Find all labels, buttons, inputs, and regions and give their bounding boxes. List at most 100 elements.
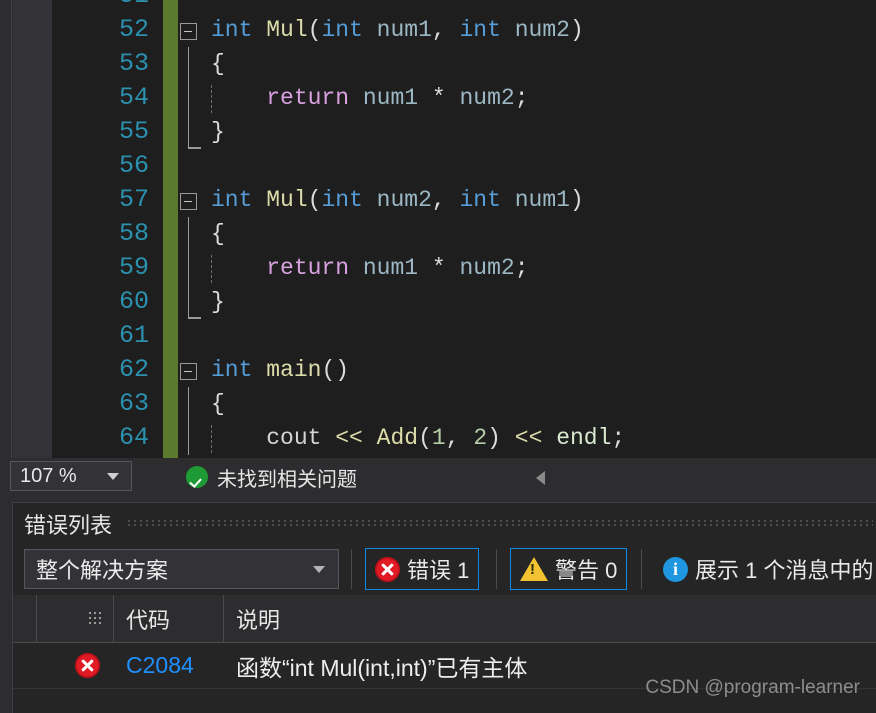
code-content[interactable]: int Mul(int num1, int num2){ return num1… [178,0,876,455]
row-severity-cell [13,653,114,678]
editor-breakpoint-margin[interactable] [13,0,52,458]
fold-guide-line [187,421,190,455]
code-line[interactable]: { [178,387,876,421]
line-number-text: 55 [118,117,149,146]
error-list-panel: 错误列表 整个解决方案 错误 1 警告 0 [0,496,876,713]
status-message-text: 未找到相关问题 [217,468,357,491]
header-dotted-rule [128,520,873,528]
scope-dropdown-value: 整个解决方案 [36,558,169,583]
filter-warnings-button[interactable]: 警告 0 [510,548,628,590]
chevron-down-icon[interactable] [107,472,119,480]
code-line-text: int Mul(int num1, int num2) [211,13,584,47]
code-line[interactable] [178,319,876,353]
vs-window: 5152535455565758596061626364 int Mul(int… [0,0,876,713]
line-number-text: 61 [118,321,149,350]
code-line[interactable]: } [178,285,876,319]
fold-guide-line [187,217,190,251]
fold-guide-line [187,285,198,319]
column-header-icon[interactable] [37,595,114,643]
code-token: ; [514,255,529,281]
code-line[interactable]: cout << Add(1, 2) << endl; [178,421,876,455]
line-number-text: 62 [118,355,149,384]
line-number: 63 [52,387,163,421]
code-line-text: { [211,387,225,421]
code-line[interactable]: int Mul(int num2, int num1) [178,183,876,217]
code-line[interactable] [178,149,876,183]
code-line-text: } [211,285,225,319]
code-token: ; [514,85,529,111]
code-token: int [211,17,267,43]
code-token: num2 [514,17,570,43]
fold-collapse-icon[interactable] [180,23,197,40]
line-number: 58 [52,217,163,251]
filter-errors-button[interactable]: 错误 1 [365,548,480,590]
code-token: return [266,85,350,111]
line-number-text: 59 [118,253,149,282]
code-editor[interactable]: 5152535455565758596061626364 int Mul(int… [0,0,876,458]
code-token: 2 [473,425,488,451]
code-line-text: } [211,115,225,149]
column-header-description[interactable]: 说明 [224,595,864,643]
code-line[interactable]: int main() [178,353,876,387]
code-line[interactable]: return num1 * num2; [178,81,876,115]
row-code-link[interactable]: C2084 [114,652,224,679]
fold-guide-line [187,115,198,149]
line-number-text: 53 [118,49,149,78]
code-token: ( [418,425,432,451]
triangle-left-icon[interactable] [536,471,545,485]
code-token: Mul [266,187,308,213]
zoom-level-dropdown[interactable]: 107 % [10,461,132,491]
line-number-text: 63 [118,389,149,418]
code-token: ( [307,187,322,213]
code-token: * [431,85,446,111]
fold-guide-line [187,47,190,81]
error-table-header: 代码 说明 [13,595,876,643]
filter-warnings-label: 警告 0 [555,558,618,583]
code-line[interactable]: { [178,47,876,81]
code-token: { [211,391,225,417]
line-number: 52 [52,13,163,47]
code-line[interactable] [178,0,876,13]
code-token: int [211,357,267,383]
chevron-down-icon[interactable] [313,565,325,573]
code-token: { [211,51,225,77]
code-token: 1 [431,425,446,451]
code-token: ( [307,17,322,43]
code-line[interactable]: int Mul(int num1, int num2) [178,13,876,47]
line-number: 57 [52,183,163,217]
editor-body[interactable]: 5152535455565758596061626364 int Mul(int… [52,0,876,458]
error-icon [75,653,100,678]
code-line-text: int Mul(int num2, int num1) [211,183,584,217]
scope-dropdown[interactable]: 整个解决方案 [24,549,339,589]
code-token: return [266,255,350,281]
filter-messages-button[interactable]: 展示 1 个消息中的 [653,548,876,590]
fold-collapse-icon[interactable] [180,193,197,210]
toolbar-separator [641,549,642,589]
editor-selection-margin [0,0,12,458]
code-line[interactable]: { [178,217,876,251]
fold-guide-line [187,387,190,421]
line-number: 61 [52,319,163,353]
code-line-text: cout << Add(1, 2) << endl; [211,421,625,455]
fold-collapse-icon[interactable] [180,363,197,380]
code-token: num1 [349,255,432,281]
fold-guide-line [187,81,190,115]
column-header-code[interactable]: 代码 [114,595,224,643]
line-number-text: 64 [118,423,149,452]
code-token: num1 [514,187,570,213]
line-number-text: 60 [118,287,149,316]
warning-icon [520,557,548,581]
column-chooser-icon[interactable] [89,612,103,626]
code-token: Mul [266,17,308,43]
column-header-spacer [13,595,37,643]
code-line[interactable]: } [178,115,876,149]
code-token: cout [266,425,322,451]
code-line[interactable]: return num1 * num2; [178,251,876,285]
